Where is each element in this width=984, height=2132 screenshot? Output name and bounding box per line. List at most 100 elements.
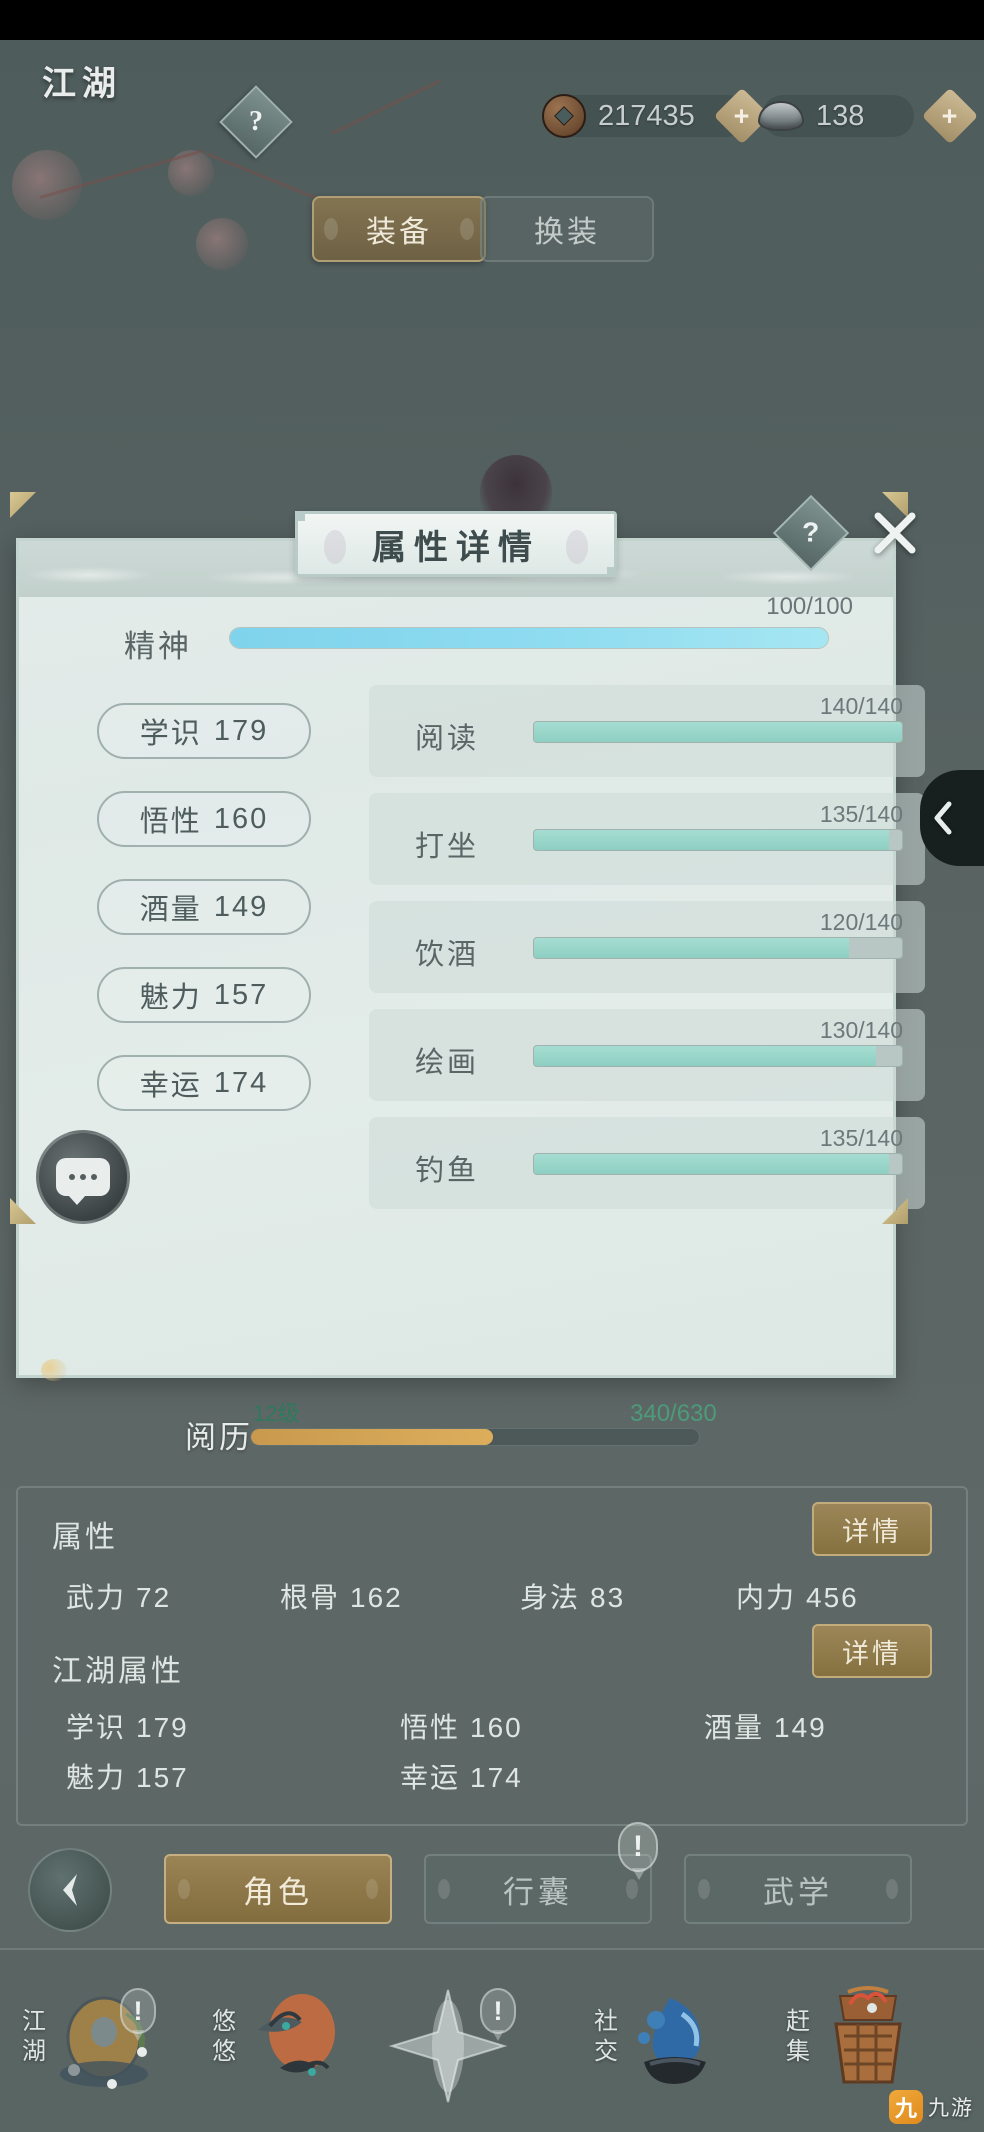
spirit-value: 100/100 [766, 593, 853, 620]
stat-internal-force-value: 456 [806, 1582, 859, 1613]
jh-stat-luck: 幸运 174 [400, 1756, 523, 1796]
skill-row-meditation[interactable]: 打坐 135/140 [369, 793, 925, 885]
chat-floating-button[interactable] [36, 1130, 130, 1224]
nav-item-social[interactable]: 社交 [588, 1972, 738, 2112]
skill-reading-value: 140/140 [819, 693, 903, 719]
petal-decoration [324, 218, 338, 240]
back-button[interactable] [28, 1848, 112, 1932]
skill-fishing-track [533, 1153, 903, 1175]
jh-alcohol-value: 149 [774, 1712, 827, 1743]
bottom-tab-group: 角色 行囊 ! 武学 [0, 1822, 984, 1942]
currency-silver[interactable]: 138 [758, 95, 914, 137]
attributes-detail-button[interactable]: 详情 [812, 1502, 932, 1556]
pill-alcohol-capacity[interactable]: 酒量 149 [97, 879, 311, 935]
butterfly-decoration [41, 1359, 67, 1381]
petal-decoration [886, 1879, 898, 1899]
pill-alcohol-value: 149 [213, 890, 269, 923]
status-bar [0, 0, 984, 40]
site-watermark: 九 九游 [889, 2090, 974, 2124]
pill-luck[interactable]: 幸运 174 [97, 1055, 311, 1111]
tab-change-outfit[interactable]: 换装 [480, 196, 654, 262]
skill-drinking-label: 饮酒 [415, 937, 480, 971]
jh-luck-value: 174 [470, 1762, 523, 1793]
basket-icon [814, 1986, 922, 2094]
app-brand-title: 江湖 [42, 64, 122, 104]
blossom-decoration [12, 150, 82, 220]
stat-strength-label: 武力 [66, 1581, 127, 1614]
bottom-navigation-bar: 江湖 ! 悠悠 ! 社交 赶集 [0, 1948, 984, 2132]
spirit-row: 精神 100/100 [19, 593, 893, 673]
flower-decoration [324, 530, 346, 564]
tab-martial-arts[interactable]: 武学 [684, 1854, 912, 1924]
jh-stat-comprehension: 悟性 160 [400, 1706, 523, 1746]
skill-row-drinking[interactable]: 饮酒 120/140 [369, 901, 925, 993]
skill-row-fishing[interactable]: 钓鱼 135/140 [369, 1117, 925, 1209]
jh-charisma-value: 157 [136, 1762, 189, 1793]
pill-alcohol-label: 酒量 [139, 892, 202, 926]
skill-reading-label: 阅读 [415, 721, 480, 755]
stat-agility-value: 83 [590, 1582, 626, 1613]
skill-meditation-fill [534, 830, 889, 850]
tab-character-label: 角色 [243, 1874, 313, 1911]
app-root: 江湖 ? 217435 + 138 + 装备 换装 属性详情 精神 100/10… [0, 0, 984, 2132]
nav-item-center[interactable]: ! [368, 1972, 518, 2112]
swallow-icon [240, 1986, 348, 2094]
spirit-label: 精神 [124, 629, 192, 665]
tab-character[interactable]: 角色 [164, 1854, 392, 1924]
experience-progress-track [250, 1428, 700, 1446]
skill-meditation-label: 打坐 [415, 829, 480, 863]
attributes-heading: 属性 [52, 1520, 118, 1555]
petal-decoration [698, 1879, 710, 1899]
stat-constitution-label: 根骨 [280, 1581, 341, 1614]
help-button[interactable]: ? [219, 85, 293, 159]
nav-youyou-label: 悠悠 [212, 2007, 236, 2065]
spirit-progress-track [229, 627, 829, 649]
plus-icon: + [942, 100, 958, 131]
skill-row-reading[interactable]: 阅读 140/140 [369, 685, 925, 777]
stat-constitution: 根骨 162 [280, 1576, 403, 1616]
dialog-close-button[interactable] [862, 500, 928, 566]
experience-value: 340/630 [630, 1400, 717, 1427]
experience-row: 阅历 12级 340/630 [0, 1400, 984, 1464]
tab-inventory[interactable]: 行囊 [424, 1854, 652, 1924]
copper-coin-icon [542, 94, 586, 138]
jh-comprehension-value: 160 [470, 1712, 523, 1743]
tab-equipment-label: 装备 [366, 215, 432, 250]
stat-agility-label: 身法 [520, 1581, 581, 1614]
jh-stat-charisma: 魅力 157 [66, 1756, 189, 1796]
skill-painting-fill [534, 1046, 876, 1066]
pill-comprehension-value: 160 [213, 802, 269, 835]
nav-item-youyou[interactable]: 悠悠 [206, 1972, 356, 2112]
pill-luck-value: 174 [213, 1066, 269, 1099]
skill-row-painting[interactable]: 绘画 130/140 [369, 1009, 925, 1101]
skill-meditation-value: 135/140 [819, 801, 903, 827]
pill-comprehension[interactable]: 悟性 160 [97, 791, 311, 847]
petal-decoration [366, 1879, 378, 1899]
pill-knowledge-value: 179 [213, 714, 269, 747]
tab-equipment[interactable]: 装备 [312, 196, 486, 262]
branch-decoration [39, 149, 204, 199]
side-panel-toggle[interactable] [920, 770, 984, 866]
blossom-decoration [168, 150, 214, 196]
tab-martial-arts-label: 武学 [763, 1874, 833, 1911]
petal-decoration [178, 1879, 190, 1899]
center-alert-badge: ! [480, 1988, 516, 2041]
nav-item-jianghu[interactable]: 江湖 ! [16, 1972, 166, 2112]
jh-stat-alcohol: 酒量 149 [704, 1706, 827, 1746]
pill-charisma-label: 魅力 [139, 980, 202, 1014]
add-silver-button[interactable]: + [921, 87, 979, 145]
skill-meditation-track [533, 829, 903, 851]
petal-decoration [460, 218, 474, 240]
pill-knowledge-label: 学识 [139, 716, 202, 750]
question-mark-icon: ? [249, 106, 263, 137]
stat-internal-force: 内力 456 [736, 1576, 859, 1616]
jianghu-detail-button[interactable]: 详情 [812, 1624, 932, 1678]
jianghu-alert-badge: ! [120, 1988, 156, 2041]
pill-knowledge[interactable]: 学识 179 [97, 703, 311, 759]
dialog-title-plate: 属性详情 [295, 511, 617, 577]
stat-strength-value: 72 [136, 1582, 172, 1613]
jh-charisma-label: 魅力 [66, 1761, 127, 1794]
stat-constitution-value: 162 [350, 1582, 403, 1613]
pill-charisma[interactable]: 魅力 157 [97, 967, 311, 1023]
inventory-alert-badge: ! [618, 1822, 658, 1880]
